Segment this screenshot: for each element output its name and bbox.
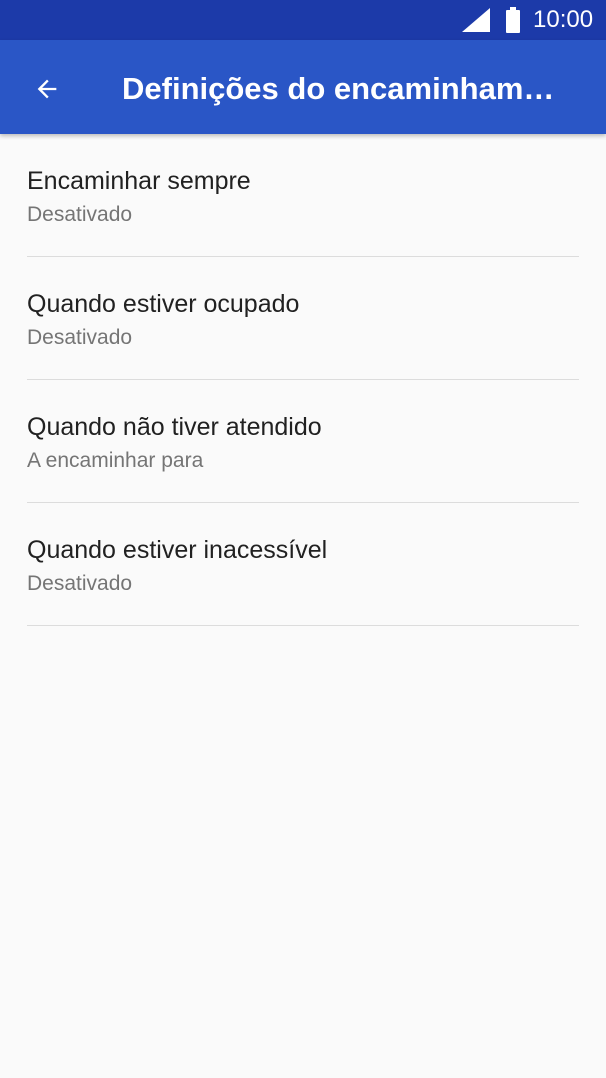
status-clock: 10:00 — [533, 6, 594, 33]
setting-title: Quando estiver ocupado — [27, 290, 300, 318]
status-bar: 10:00 — [0, 0, 606, 40]
setting-summary: Desativado — [27, 326, 133, 349]
setting-summary: Desativado — [27, 203, 133, 226]
setting-forward-when-busy[interactable]: Quando estiver ocupado Desativado — [0, 257, 606, 380]
setting-forward-when-unanswered[interactable]: Quando não tiver atendido A encaminhar p… — [0, 380, 606, 503]
setting-title: Quando estiver inacessível — [27, 536, 328, 564]
page-title: Definições do encaminham… — [122, 71, 555, 106]
back-button[interactable] — [22, 64, 72, 114]
setting-summary: Desativado — [27, 572, 133, 595]
battery-full-icon — [506, 7, 520, 33]
setting-always-forward[interactable]: Encaminhar sempre Desativado — [0, 134, 606, 257]
call-forwarding-settings-list: Encaminhar sempre Desativado Quando esti… — [0, 134, 606, 626]
app-bar: Definições do encaminham… — [0, 40, 606, 134]
divider — [27, 625, 579, 626]
cell-signal-icon — [462, 8, 490, 32]
setting-summary: A encaminhar para — [27, 449, 204, 472]
setting-title: Encaminhar sempre — [27, 167, 251, 195]
arrow-back-icon — [37, 79, 57, 99]
setting-title: Quando não tiver atendido — [27, 413, 322, 441]
setting-forward-when-unreachable[interactable]: Quando estiver inacessível Desativado — [0, 503, 606, 626]
